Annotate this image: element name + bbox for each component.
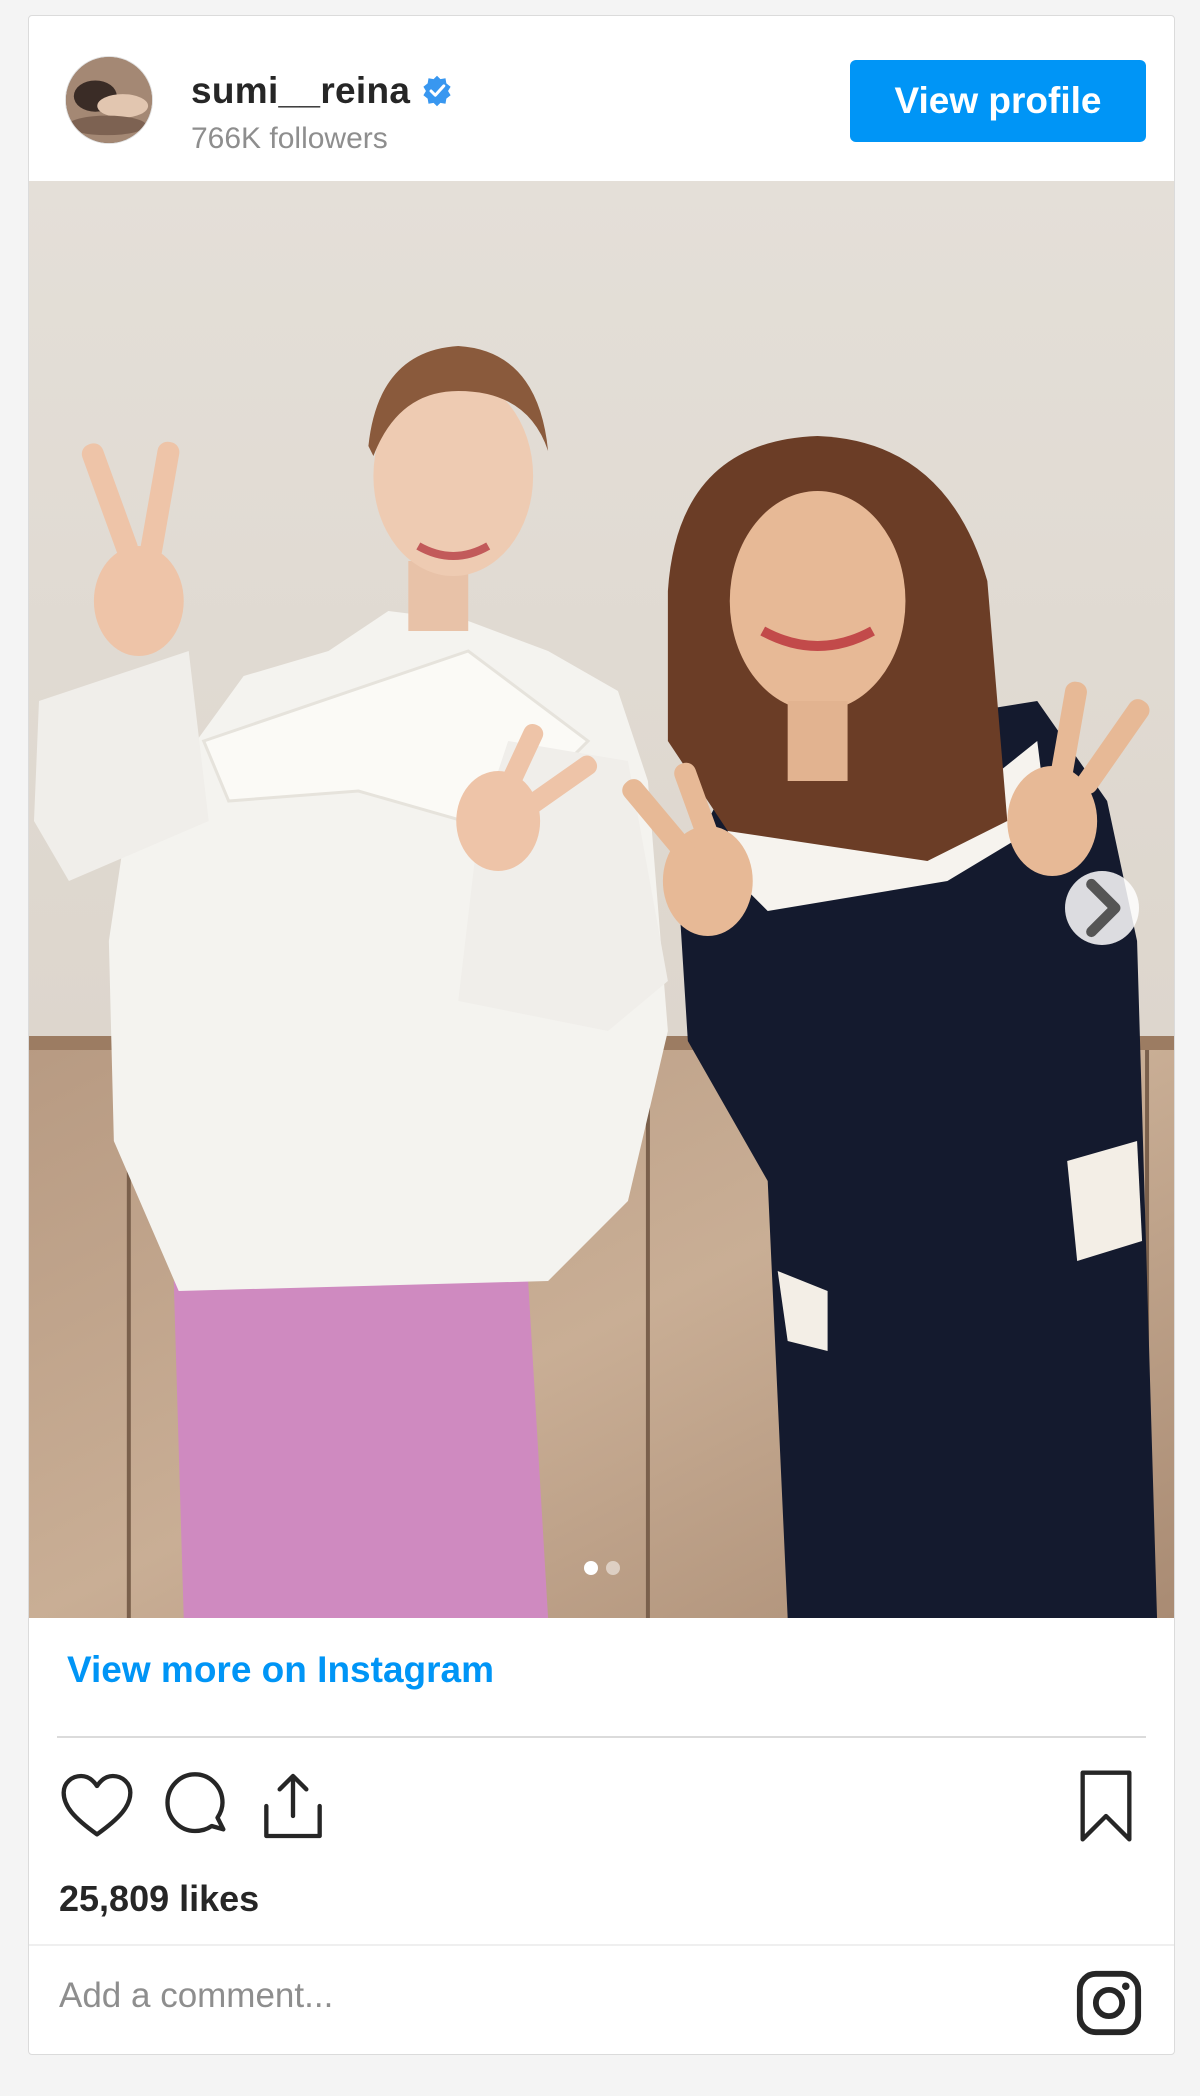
- avatar-image: [66, 57, 152, 143]
- heart-icon: [61, 1773, 133, 1837]
- chevron-right-icon: [1086, 878, 1121, 938]
- save-button[interactable]: [1066, 1766, 1146, 1846]
- action-bar: [57, 1766, 1146, 1856]
- share-icon: [264, 1773, 322, 1839]
- like-count[interactable]: 25,809 likes: [59, 1878, 259, 1920]
- carousel-indicator: [29, 1561, 1174, 1575]
- like-button[interactable]: [57, 1766, 137, 1846]
- post-header: sumi__reina 766K followers View profile: [29, 16, 1174, 181]
- share-button[interactable]: [253, 1766, 333, 1846]
- divider: [57, 1736, 1146, 1738]
- view-more-link[interactable]: View more on Instagram: [67, 1649, 494, 1691]
- profile-avatar[interactable]: [65, 56, 153, 144]
- bookmark-icon: [1080, 1770, 1132, 1842]
- username[interactable]: sumi__reina: [191, 70, 410, 112]
- instagram-embed-card: sumi__reina 766K followers View profile: [28, 15, 1175, 2055]
- carousel-next-button[interactable]: [1065, 871, 1139, 945]
- follower-count: 766K followers: [191, 122, 388, 155]
- comment-button[interactable]: [155, 1766, 235, 1846]
- instagram-icon: [1076, 1970, 1142, 2036]
- comment-input[interactable]: Add a comment...: [59, 1976, 959, 2016]
- username-row: sumi__reina: [191, 70, 454, 112]
- comment-icon: [165, 1772, 226, 1834]
- photo-image: [29, 181, 1174, 1618]
- divider: [29, 1944, 1174, 1946]
- view-profile-button[interactable]: View profile: [850, 60, 1146, 142]
- carousel-dot-active: [583, 1561, 598, 1575]
- instagram-logo-link[interactable]: [1074, 1968, 1144, 2038]
- verified-badge-icon: [423, 75, 451, 107]
- post-photo[interactable]: [29, 181, 1174, 1618]
- carousel-dot: [605, 1561, 620, 1575]
